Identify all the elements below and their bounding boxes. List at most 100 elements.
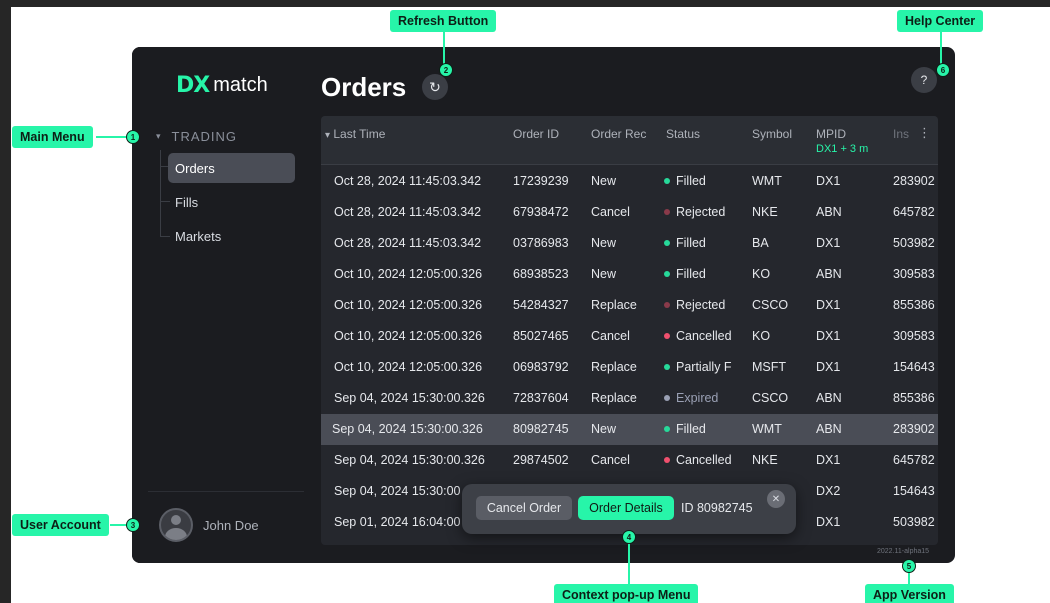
cell-order-rec: Cancel [591,329,630,343]
sidebar-item-fills[interactable]: Fills [168,187,295,217]
table-header: ▾ Last Time Order ID Order Rec Status Sy… [321,116,938,165]
cell-last-time: Oct 28, 2024 11:45:03.342 [334,205,482,219]
cell-order-id: 17239239 [513,174,569,188]
cell-order-rec: Cancel [591,453,630,467]
cell-order-id: 06983792 [513,360,569,374]
kebab-menu-icon[interactable]: ⋮ [918,125,931,141]
app-logo: DX match [176,72,268,98]
help-button[interactable]: ? [911,67,937,93]
user-name: John Doe [203,517,259,533]
cell-mpid: DX1 [816,174,841,188]
caret-down-icon: ▾ [156,131,162,141]
cell-order-id: 67938472 [513,205,569,219]
cell-status: Cancelled [664,329,744,343]
column-header-status[interactable]: Status [666,127,736,141]
annotation-badge-3: 3 [126,518,140,532]
cell-ins: 645782 [893,453,935,467]
annotation-refresh-button: Refresh Button [390,10,497,32]
tree-line [160,150,161,236]
cell-mpid: DX1 [816,453,841,467]
status-dot-icon [664,426,670,432]
column-header-last-time[interactable]: ▾ Last Time [325,127,505,141]
table-row[interactable]: Oct 10, 2024 12:05:00.326 06983792 Replace… [321,352,938,383]
status-label: Expired [676,391,719,405]
close-icon[interactable]: ✕ [767,490,785,508]
status-label: Filled [676,422,706,436]
annotation-help-center: Help Center [897,10,984,32]
table-row[interactable]: Sep 04, 2024 15:30:00.326 80982745 New Fill… [321,414,938,445]
cell-order-rec: Replace [591,391,637,405]
cell-last-time: Oct 28, 2024 11:45:03.342 [334,236,482,250]
status-label: Rejected [676,298,726,312]
annotation-connector [443,31,445,67]
column-header-order-id[interactable]: Order ID [513,127,583,141]
cell-last-time: Oct 10, 2024 12:05:00.326 [334,298,483,312]
column-header-mpid[interactable]: MPID [816,127,876,141]
cell-status: Filled [664,174,744,188]
annotation-app-version: App Version [865,584,954,603]
status-label: Filled [676,174,706,188]
cell-ins: 283902 [893,174,935,188]
orders-table: ▾ Last Time Order ID Order Rec Status Sy… [321,116,938,545]
cell-mpid: DX1 [816,329,841,343]
cell-symbol: MSFT [752,360,787,374]
order-details-button[interactable]: Order Details [578,496,674,520]
annotation-user-account: User Account [12,514,109,536]
menu-section-label: TRADING [171,129,238,144]
context-popup-menu: Cancel Order Order Details ID 80982745 ✕ [462,484,796,534]
cell-last-time: Oct 28, 2024 11:45:03.342 [334,174,482,188]
cell-last-time: Sep 04, 2024 15:30:00.326 [334,453,485,467]
cell-symbol: WMT [752,422,782,436]
refresh-button[interactable]: ↻ [422,74,448,100]
annotation-badge-5: 5 [902,559,916,573]
annotation-connector [940,31,942,65]
column-header-ins[interactable]: Ins [893,127,913,141]
cancel-order-button[interactable]: Cancel Order [476,496,572,520]
sidebar-item-label: Markets [175,228,222,244]
table-row[interactable]: Sep 04, 2024 15:30:00.326 72837604 Replace… [321,383,938,414]
table-row[interactable]: Sep 04, 2024 15:30:00.326 29874502 Cancel C… [321,445,938,476]
table-row[interactable]: Oct 28, 2024 11:45:03.342 17239239 New Fill… [321,166,938,197]
mpid-filter-value[interactable]: DX1 + 3 m [816,143,878,155]
annotation-context-popup-menu: Context pop-up Menu [554,584,699,603]
cell-status: Filled [664,422,744,436]
status-dot-icon [664,457,670,463]
cell-ins: 154643 [893,484,935,498]
status-label: Partially F [676,360,732,374]
sidebar-item-orders[interactable]: Orders [168,153,295,183]
cell-order-id: 68938523 [513,267,569,281]
table-row[interactable]: Oct 10, 2024 12:05:00.326 85027465 Cancel C… [321,321,938,352]
cell-ins: 855386 [893,298,935,312]
cell-symbol: NKE [752,453,778,467]
menu-section-trading[interactable]: ▾ TRADING [156,129,237,144]
cell-order-id: 29874502 [513,453,569,467]
column-header-order-rec[interactable]: Order Rec [591,127,647,141]
user-account[interactable]: John Doe [159,508,259,542]
status-dot-icon [664,178,670,184]
annotation-badge-1: 1 [126,130,140,144]
table-row[interactable]: Oct 28, 2024 11:45:03.342 67938472 Cancel R… [321,197,938,228]
cell-symbol: CSCO [752,391,789,405]
column-header-symbol[interactable]: Symbol [752,127,812,141]
cell-order-rec: New [591,174,617,188]
cell-status: Rejected [664,298,744,312]
sort-desc-icon: ▾ [325,130,331,141]
cell-ins: 154643 [893,360,935,374]
avatar [159,508,193,542]
cell-ins: 503982 [893,515,935,529]
status-label: Filled [676,267,706,281]
table-row[interactable]: Oct 28, 2024 11:45:03.342 03786983 New Fill… [321,228,938,259]
cell-mpid: ABN [816,422,842,436]
cell-status: Rejected [664,205,744,219]
status-label: Filled [676,236,706,250]
logo-mark: DX [176,72,210,98]
table-row[interactable]: Oct 10, 2024 12:05:00.326 54284327 Replace… [321,290,938,321]
cell-ins: 855386 [893,391,935,405]
sidebar-divider [148,491,304,492]
annotation-main-menu: Main Menu [12,126,93,148]
sidebar-item-markets[interactable]: Markets [168,221,295,251]
status-label: Cancelled [676,453,732,467]
table-row[interactable]: Oct 10, 2024 12:05:00.326 68938523 New Fill… [321,259,938,290]
status-label: Rejected [676,205,726,219]
cell-order-rec: Replace [591,360,637,374]
